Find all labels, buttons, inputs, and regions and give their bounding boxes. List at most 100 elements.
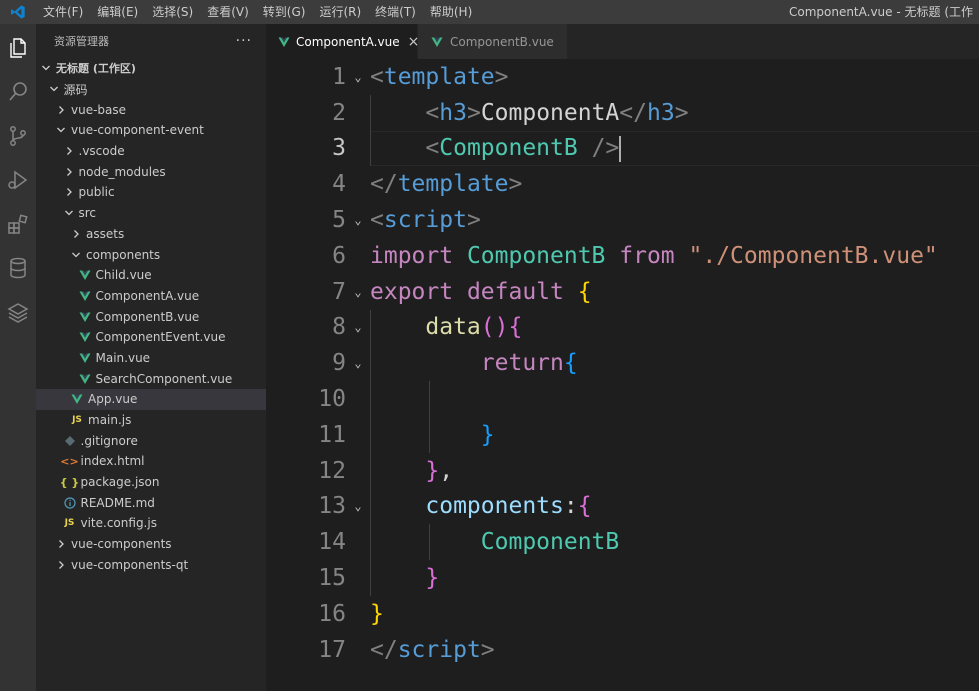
tree-folder[interactable]: vue-components-qt bbox=[36, 555, 266, 576]
menu-item[interactable]: 文件(F) bbox=[36, 0, 90, 24]
workspace-root[interactable]: 无标题 (工作区) bbox=[36, 58, 266, 79]
tree-folder[interactable]: assets bbox=[36, 224, 266, 245]
fold-chevron-icon[interactable]: ⌄ bbox=[346, 356, 370, 370]
database-icon[interactable] bbox=[0, 252, 36, 284]
tree-folder[interactable]: public bbox=[36, 182, 266, 203]
code-line[interactable]: 6 import ComponentB from "./ComponentB.vu… bbox=[266, 238, 979, 274]
fold-chevron-icon[interactable]: ⌄ bbox=[346, 320, 370, 334]
code-line[interactable]: 7 ⌄ export default { bbox=[266, 274, 979, 310]
tree-item-label: .gitignore bbox=[80, 433, 138, 448]
code-token: > bbox=[508, 171, 523, 198]
tree-folder[interactable]: components bbox=[36, 244, 266, 265]
code-line[interactable]: 1 ⌄ <template> bbox=[266, 59, 979, 95]
tree-folder[interactable]: vue-components bbox=[36, 534, 266, 555]
tree-item-label: Main.vue bbox=[95, 350, 151, 365]
code-line[interactable]: 13 ⌄ components:{ bbox=[266, 489, 979, 525]
tree-file[interactable]: README.md bbox=[36, 492, 266, 513]
extensions-icon[interactable] bbox=[0, 208, 36, 240]
menu-item[interactable]: 查看(V) bbox=[200, 0, 256, 24]
line-number: 14 bbox=[318, 529, 346, 556]
editor-tab-bar: ComponentA.vue × ComponentB.vue bbox=[266, 24, 979, 59]
code-line[interactable]: 11 } bbox=[266, 417, 979, 453]
menu-item[interactable]: 编辑(E) bbox=[90, 0, 145, 24]
line-number: 6 bbox=[332, 242, 346, 269]
tree-item-label: .vscode bbox=[78, 144, 125, 159]
vscode-logo-icon[interactable] bbox=[0, 0, 36, 24]
code-line[interactable]: 5 ⌄ <script> bbox=[266, 202, 979, 238]
tree-file[interactable]: JS vite.config.js bbox=[36, 513, 266, 534]
tree-item-label: public bbox=[78, 185, 115, 200]
code-line[interactable]: 15 } bbox=[266, 560, 979, 596]
editor-tab[interactable]: ComponentB.vue bbox=[418, 24, 568, 59]
more-actions-icon[interactable]: ··· bbox=[236, 33, 252, 49]
source-control-icon[interactable] bbox=[0, 120, 36, 152]
tree-file[interactable]: .gitignore bbox=[36, 430, 266, 451]
tree-file[interactable]: ComponentEvent.vue bbox=[36, 327, 266, 348]
fold-chevron-icon[interactable]: ⌄ bbox=[346, 70, 370, 84]
code-line[interactable]: 10 bbox=[266, 381, 979, 417]
code-text: } bbox=[370, 422, 495, 448]
tab-label: ComponentA.vue bbox=[296, 34, 400, 49]
code-token: < bbox=[370, 207, 384, 234]
code-token: () bbox=[480, 314, 509, 341]
tree-folder[interactable]: node_modules bbox=[36, 161, 266, 182]
code-line[interactable]: 3 <ComponentB /> bbox=[266, 131, 979, 167]
tree-item-label: App.vue bbox=[88, 392, 138, 407]
fold-chevron-icon[interactable]: ⌄ bbox=[346, 285, 370, 299]
vue-file-icon bbox=[430, 35, 444, 49]
menu-item[interactable]: 终端(T) bbox=[368, 0, 423, 24]
js-file-icon: JS bbox=[64, 518, 75, 529]
line-number: 5 bbox=[332, 207, 346, 234]
tree-folder[interactable]: vue-base bbox=[36, 99, 266, 120]
code-token: /> bbox=[577, 135, 620, 162]
code-line[interactable]: 16} bbox=[266, 596, 979, 632]
fold-chevron-icon[interactable]: ⌄ bbox=[346, 499, 370, 513]
tree-folder[interactable]: src bbox=[36, 203, 266, 224]
search-icon[interactable] bbox=[0, 76, 36, 108]
tree-file[interactable]: <> index.html bbox=[36, 451, 266, 472]
activity-bar bbox=[0, 24, 36, 691]
tree-file[interactable]: SearchComponent.vue bbox=[36, 368, 266, 389]
run-debug-icon[interactable] bbox=[0, 164, 36, 196]
editor-tab[interactable]: ComponentA.vue × bbox=[266, 24, 419, 59]
layers-icon[interactable] bbox=[0, 296, 36, 328]
menu-item[interactable]: 选择(S) bbox=[145, 0, 200, 24]
tree-folder[interactable]: vue-component-event bbox=[36, 120, 266, 141]
code-editor[interactable]: 1 ⌄ <template> 2 <h3>ComponentA</h3> 3 <Comp… bbox=[266, 59, 979, 691]
code-token: from bbox=[619, 242, 689, 269]
code-line[interactable]: 17 </script> bbox=[266, 632, 979, 668]
explorer-icon[interactable] bbox=[0, 32, 36, 64]
code-text: </template> bbox=[370, 171, 522, 197]
explorer-header: 资源管理器 ··· bbox=[36, 24, 266, 58]
chevron-down-icon bbox=[70, 248, 82, 262]
fold-chevron-icon[interactable]: ⌄ bbox=[346, 213, 370, 227]
code-line[interactable]: 4 </template> bbox=[266, 166, 979, 202]
code-text: <h3>ComponentA</h3> bbox=[370, 100, 688, 126]
code-token: data bbox=[425, 314, 481, 341]
chevron-right-icon bbox=[63, 144, 75, 158]
code-token: ComponentB bbox=[480, 529, 620, 556]
tree-file[interactable]: JS main.js bbox=[36, 410, 266, 431]
tree-file[interactable]: Main.vue bbox=[36, 348, 266, 369]
title-bar: 文件(F) 编辑(E) 选择(S) 查看(V) 转到(G) 运行(R) 终端(T) 帮助(H)… bbox=[0, 0, 979, 24]
menu-item[interactable]: 运行(R) bbox=[312, 0, 368, 24]
vue-file-icon bbox=[278, 35, 290, 49]
code-line[interactable]: 9 ⌄ return{ bbox=[266, 345, 979, 381]
tree-file[interactable]: Child.vue bbox=[36, 265, 266, 286]
tree-file[interactable]: { } package.json bbox=[36, 472, 266, 493]
code-line[interactable]: 14 ComponentB bbox=[266, 524, 979, 560]
code-line[interactable]: 8 ⌄ data(){ bbox=[266, 310, 979, 346]
tree-folder[interactable]: .vscode bbox=[36, 141, 266, 162]
menu-item[interactable]: 转到(G) bbox=[256, 0, 313, 24]
code-line[interactable]: 12 }, bbox=[266, 453, 979, 489]
code-token: } bbox=[480, 421, 495, 448]
tree-folder[interactable]: 源码 bbox=[36, 79, 266, 100]
tree-file[interactable]: App.vue bbox=[36, 389, 266, 410]
menu-item[interactable]: 帮助(H) bbox=[423, 0, 479, 24]
vue-file-icon bbox=[78, 310, 92, 324]
tree-file[interactable]: ComponentB.vue bbox=[36, 306, 266, 327]
tree-file[interactable]: ComponentA.vue bbox=[36, 286, 266, 307]
code-line[interactable]: 2 <h3>ComponentA</h3> bbox=[266, 95, 979, 131]
